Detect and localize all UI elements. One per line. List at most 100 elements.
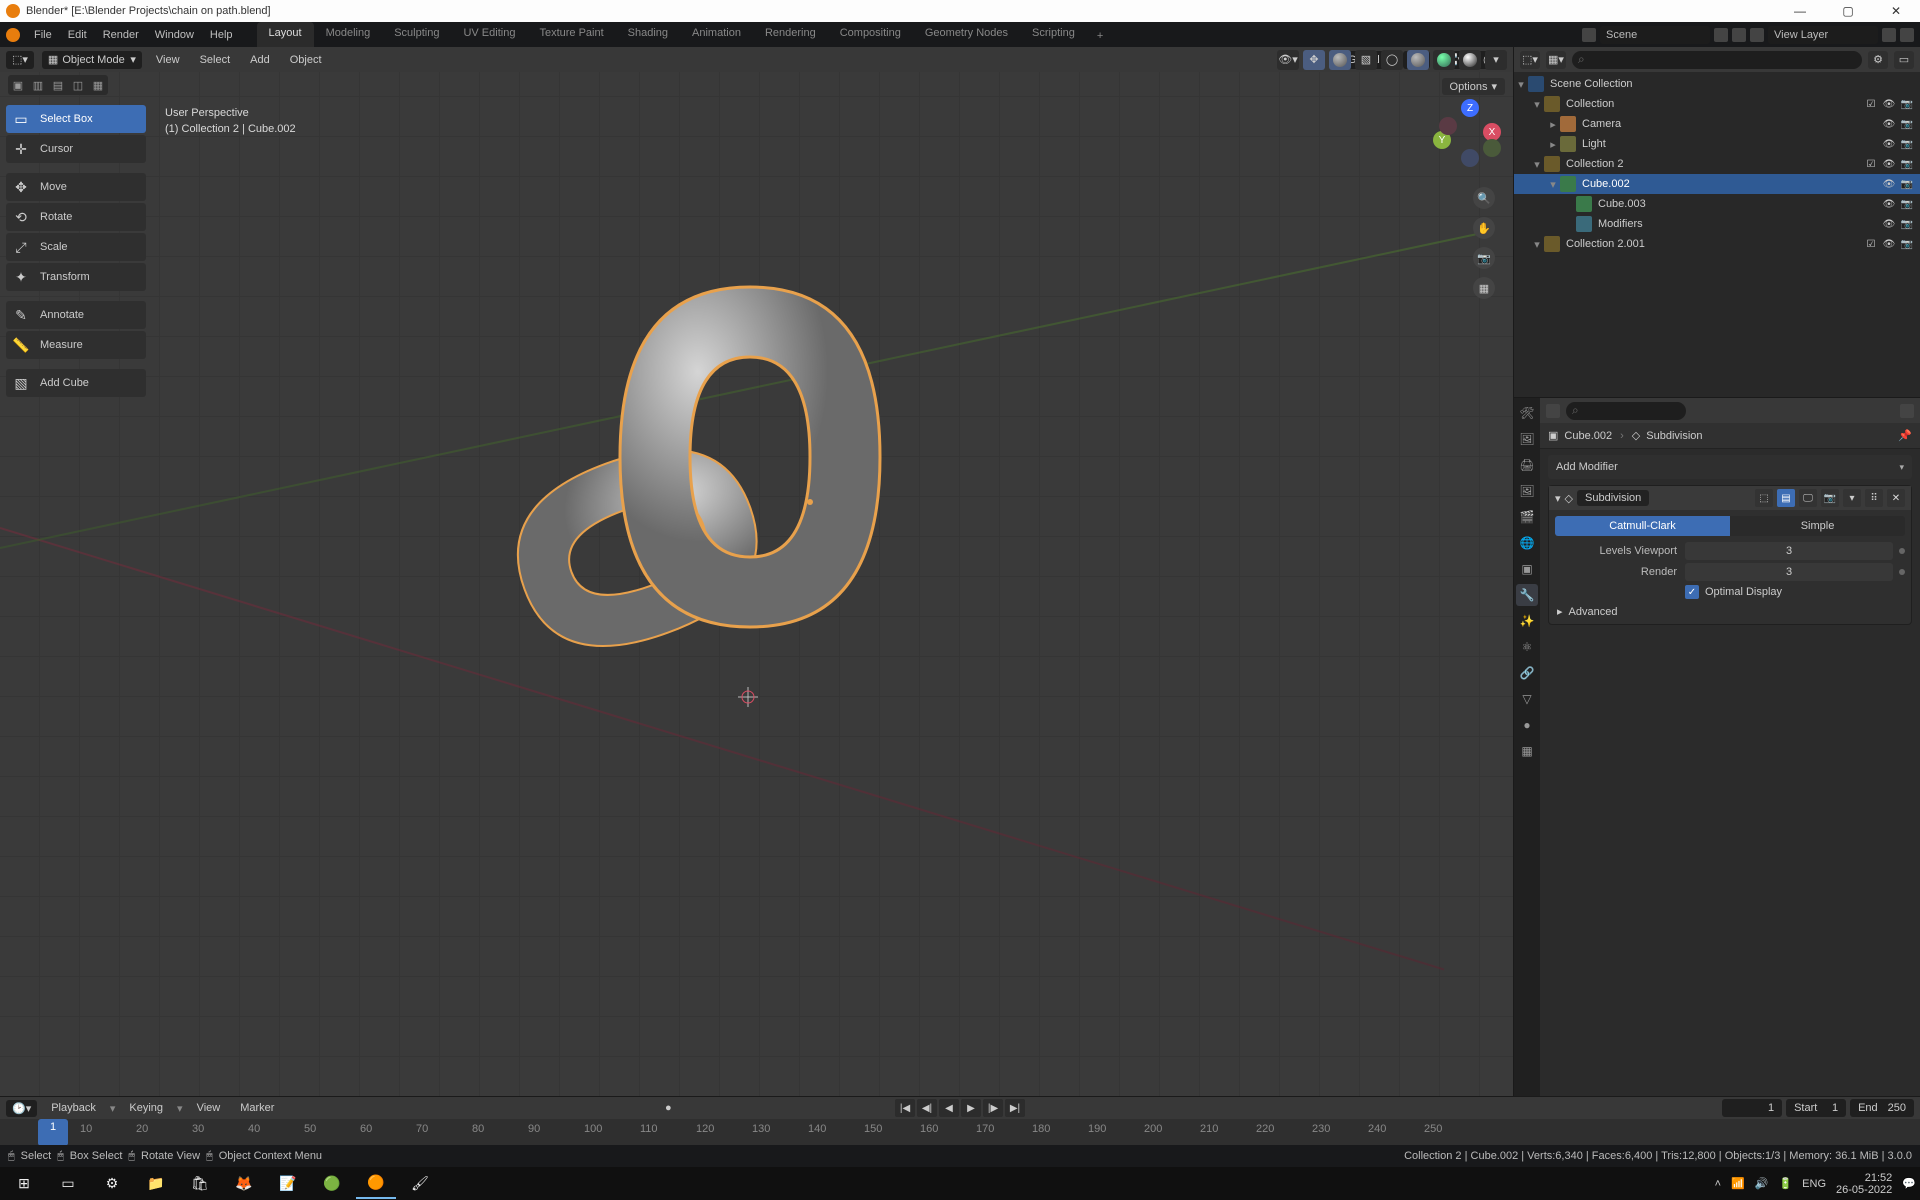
properties-search[interactable] [1566,402,1686,420]
menu-help[interactable]: Help [202,22,241,47]
outliner-display-dropdown[interactable]: ▦▾ [1546,51,1566,69]
pan-button[interactable]: ✋ [1473,217,1495,239]
tab-object[interactable]: ▣ [1516,558,1538,580]
start-button[interactable]: ⊞ [4,1169,44,1199]
tree-scene-collection[interactable]: ▾ Scene Collection [1514,74,1920,94]
workspace-tab-rendering[interactable]: Rendering [753,22,828,47]
modifier-on-cage-toggle[interactable]: ⬚ [1755,489,1773,507]
tray-battery-icon[interactable]: 🔋 [1778,1177,1792,1190]
vp-menu-view[interactable]: View [150,54,186,66]
menu-edit[interactable]: Edit [60,22,95,47]
select-mode-3[interactable]: ▤ [48,75,68,95]
nav-gizmo[interactable]: Z Y X [1437,103,1501,167]
tree-item-cube-002[interactable]: ▾Cube.002👁📷 [1514,174,1920,194]
viewlayer-icon[interactable] [1750,28,1764,42]
scene-icon[interactable] [1582,28,1596,42]
workspace-tab-modeling[interactable]: Modeling [314,22,383,47]
add-workspace-button[interactable]: + [1087,25,1113,47]
tray-lang[interactable]: ENG [1802,1178,1826,1190]
camera-view-button[interactable]: 📷 [1473,247,1495,269]
outliner-tree[interactable]: ▾ Scene Collection ▾Collection☑👁📷▸Camera… [1514,72,1920,397]
outliner-new-coll-button[interactable]: ▭ [1894,51,1914,69]
tab-scene[interactable]: 🎬 [1516,506,1538,528]
scene-field[interactable]: Scene [1600,26,1710,44]
menu-render[interactable]: Render [95,22,147,47]
tab-modifiers[interactable]: 🔧 [1516,584,1538,606]
outliner-filter-button[interactable]: ⚙ [1868,51,1888,69]
modifier-edit-toggle[interactable]: ▤ [1777,489,1795,507]
zoom-button[interactable]: 🔍 [1473,187,1495,209]
tb-store[interactable]: 🛍 [180,1169,220,1199]
optimal-display-checkbox[interactable]: ✓ [1685,585,1699,599]
maximize-button[interactable]: ▢ [1824,0,1872,22]
shading-dropdown[interactable]: ▾ [1485,50,1507,70]
modifier-expand-icon[interactable]: ▾ [1555,492,1561,505]
tab-material[interactable]: ● [1516,714,1538,736]
modifier-apply-dropdown[interactable]: ⠿ [1865,489,1883,507]
start-frame-field[interactable]: Start1 [1786,1099,1846,1117]
tree-item-modifiers[interactable]: Modifiers👁📷 [1514,214,1920,234]
tree-item-light[interactable]: ▸Light👁📷 [1514,134,1920,154]
shading-wireframe[interactable]: ◯ [1381,50,1403,70]
shading-material[interactable] [1433,50,1455,70]
tab-render[interactable]: 🖼 [1516,428,1538,450]
scene-delete-button[interactable] [1732,28,1746,42]
prev-key-button[interactable]: ◀| [917,1099,937,1117]
select-mode-5[interactable]: ▦ [88,75,108,95]
tree-item-camera[interactable]: ▸Camera👁📷 [1514,114,1920,134]
vp-menu-object[interactable]: Object [284,54,328,66]
tray-wifi-icon[interactable]: 📶 [1731,1177,1745,1190]
shading-solid[interactable] [1407,50,1429,70]
workspace-tab-compositing[interactable]: Compositing [828,22,913,47]
tl-menu-marker[interactable]: Marker [234,1102,280,1114]
visibility-dropdown[interactable]: 👁▾ [1277,50,1299,70]
tl-menu-keying[interactable]: Keying [123,1102,169,1114]
modifier-delete-button[interactable]: ✕ [1887,489,1905,507]
tab-output[interactable]: 🖨 [1516,454,1538,476]
3d-viewport[interactable]: ⬚▾ ▦Object Mode▾ View Select Add Object … [0,47,1513,1096]
modifier-render-toggle[interactable]: 📷 [1821,489,1839,507]
breadcrumb-object[interactable]: ▣ Cube.002 [1548,429,1612,442]
tab-physics[interactable]: ⚛ [1516,636,1538,658]
workspace-tab-scripting[interactable]: Scripting [1020,22,1087,47]
minimize-button[interactable]: — [1776,0,1824,22]
tl-menu-view[interactable]: View [191,1102,227,1114]
tab-viewlayer[interactable]: 🖼 [1516,480,1538,502]
viewlayer-delete-button[interactable] [1900,28,1914,42]
workspace-tab-layout[interactable]: Layout [257,22,314,47]
play-button[interactable]: ▶ [961,1099,981,1117]
tb-app2[interactable]: 🖌 [400,1169,440,1199]
menu-file[interactable]: File [26,22,60,47]
workspace-tab-animation[interactable]: Animation [680,22,753,47]
timeline-type-dropdown[interactable]: 🕑▾ [6,1100,37,1117]
tree-item-collection[interactable]: ▾Collection☑👁📷 [1514,94,1920,114]
shading-rendered[interactable] [1459,50,1481,70]
tab-tool[interactable]: 🛠 [1516,402,1538,424]
tb-explorer[interactable]: 📁 [136,1169,176,1199]
tab-world[interactable]: 🌐 [1516,532,1538,554]
vp-menu-add[interactable]: Add [244,54,276,66]
tool-measure[interactable]: 📏Measure [6,331,146,359]
properties-type-dropdown[interactable] [1546,404,1560,418]
overlay-toggle[interactable] [1329,50,1351,70]
subdiv-catmull-button[interactable]: Catmull-Clark [1555,516,1730,536]
tray-clock[interactable]: 21:52 26-05-2022 [1836,1172,1892,1196]
xray-toggle[interactable]: ▧ [1355,50,1377,70]
workspace-tab-uv-editing[interactable]: UV Editing [451,22,527,47]
autokey-toggle[interactable]: ● [665,1102,672,1114]
tb-settings[interactable]: ⚙ [92,1169,132,1199]
tool-rotate[interactable]: ⟲Rotate [6,203,146,231]
frame-ruler[interactable]: 1 10203040506070809010011012013014015016… [0,1119,1920,1146]
modifier-extras-dropdown[interactable]: ▾ [1843,489,1861,507]
tree-item-cube-003[interactable]: Cube.003👁📷 [1514,194,1920,214]
outliner-search[interactable] [1572,51,1862,69]
tool-transform[interactable]: ✦Transform [6,263,146,291]
properties-options[interactable] [1900,404,1914,418]
tool-select-box[interactable]: ▭Select Box [6,105,146,133]
tray-notifications-icon[interactable]: 💬 [1902,1177,1916,1190]
add-modifier-dropdown[interactable]: Add Modifier [1548,455,1912,479]
tb-app1[interactable]: 🟢 [312,1169,352,1199]
tool-scale[interactable]: ⤢Scale [6,233,146,261]
tab-texture[interactable]: ▦ [1516,740,1538,762]
levels-render-anim[interactable] [1899,569,1905,575]
